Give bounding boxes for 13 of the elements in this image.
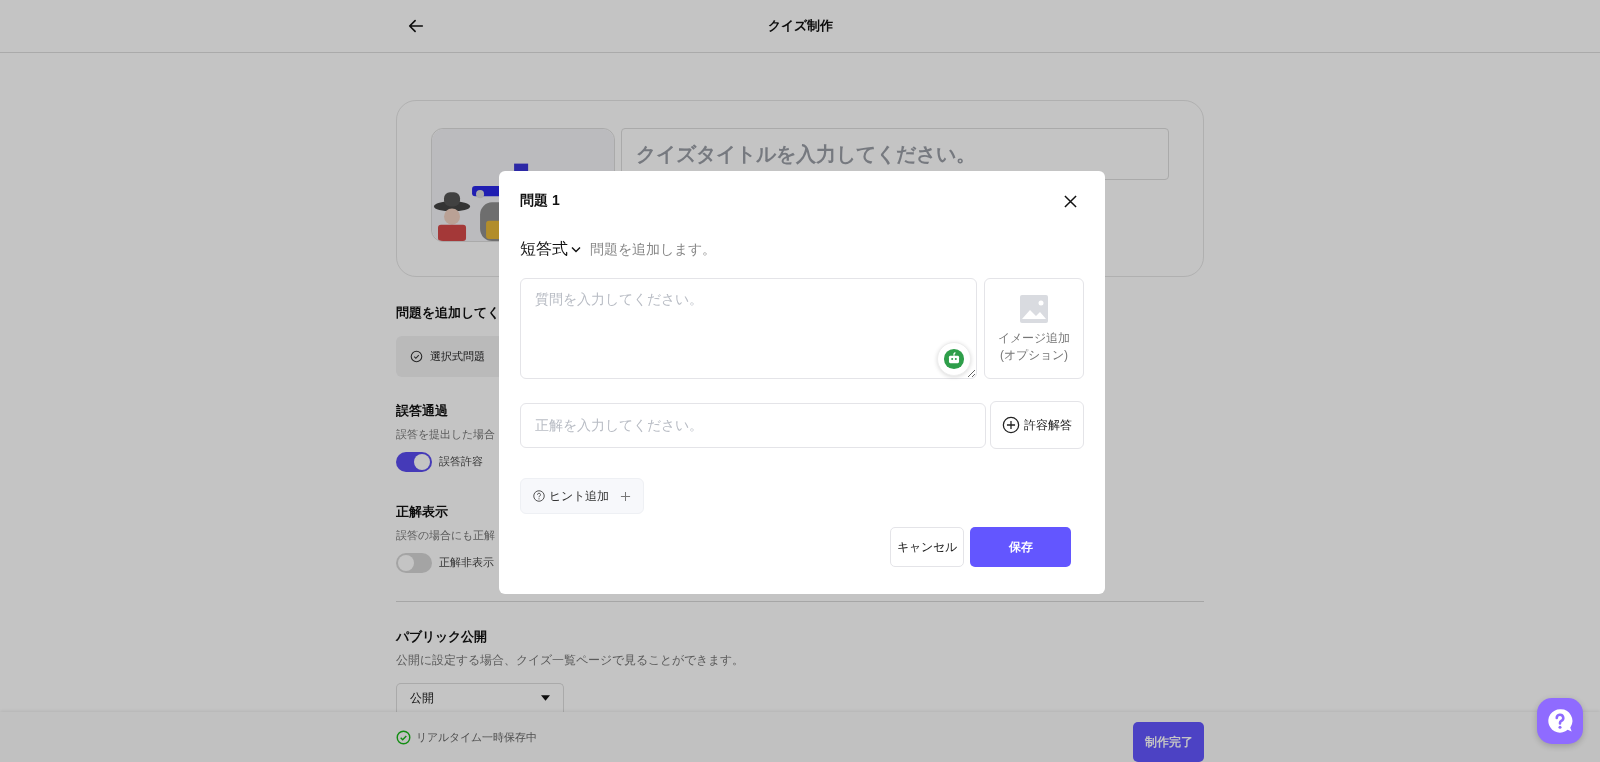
setting-description: 誤答を提出した場合 bbox=[396, 427, 495, 442]
autosave-status: リアルタイム一時保存中 bbox=[416, 729, 537, 745]
dialog-title: 問題 1 bbox=[520, 192, 560, 210]
setting-title: パブリック公開 bbox=[396, 628, 487, 646]
dialog-subtitle: 問題を追加します。 bbox=[590, 240, 716, 259]
setting-title: 誤答通過 bbox=[396, 402, 448, 420]
page-title: クイズ制作 bbox=[767, 17, 833, 35]
setting-description: 誤答の場合にも正解 bbox=[396, 528, 495, 543]
toggle-label: 誤答許容 bbox=[439, 455, 483, 469]
setting-title: 正解表示 bbox=[396, 503, 448, 521]
setting-description: 公開に設定する場合、クイズ一覧ページで見ることができます。 bbox=[396, 652, 744, 669]
section-heading: 問題を追加してく bbox=[396, 305, 500, 322]
toggle-label: 正解非表示 bbox=[439, 556, 494, 570]
